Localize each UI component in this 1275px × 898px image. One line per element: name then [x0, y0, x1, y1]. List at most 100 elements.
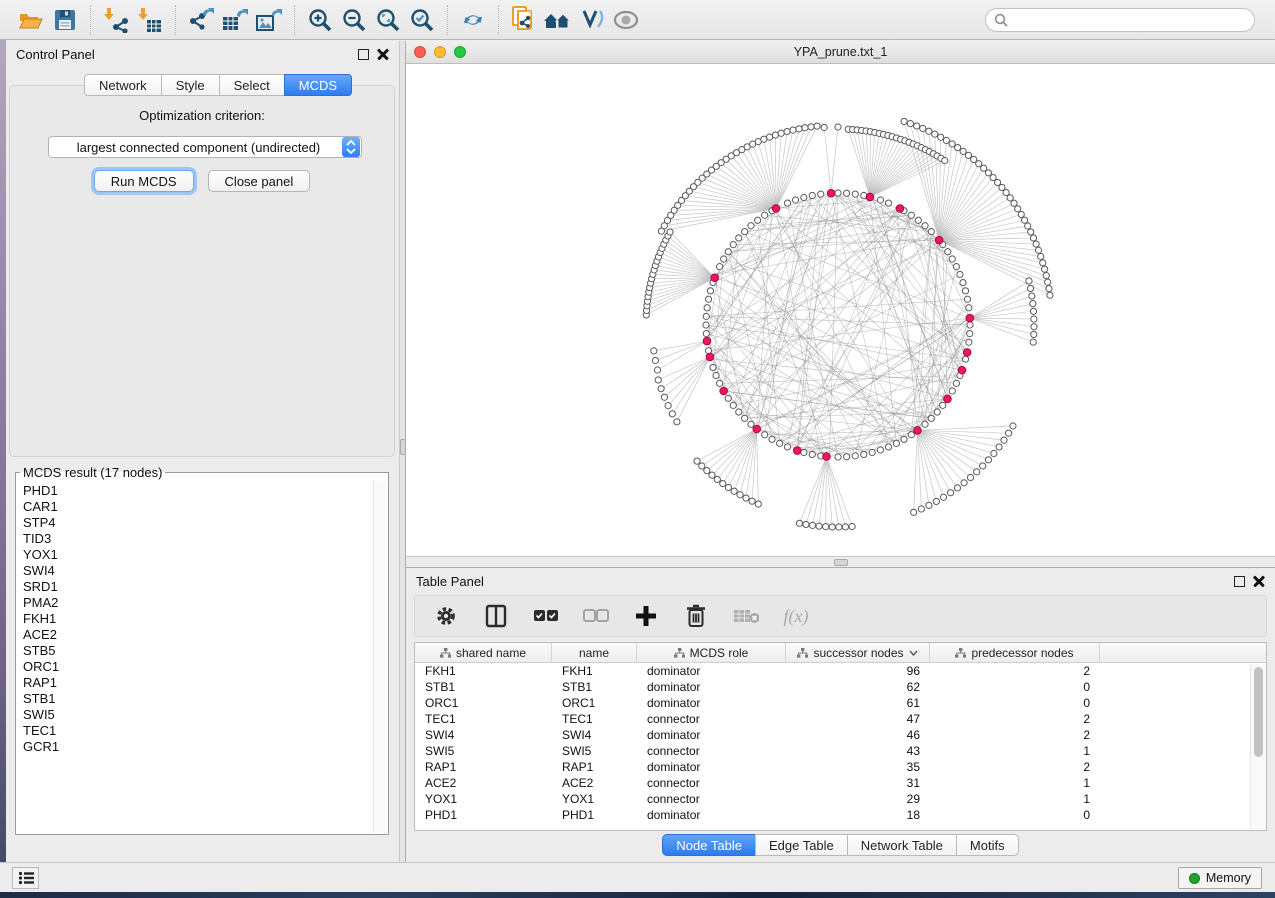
network-hub-node[interactable] — [963, 349, 971, 357]
mcds-result-item[interactable]: ACE2 — [23, 627, 373, 643]
table-row[interactable]: SWI5SWI5connector431 — [415, 743, 1250, 759]
network-node[interactable] — [730, 242, 736, 248]
network-node[interactable] — [801, 449, 807, 455]
network-node[interactable] — [965, 152, 971, 158]
network-hub-node[interactable] — [706, 353, 714, 361]
optimization-criterion-select[interactable]: largest connected component (undirected) — [48, 136, 362, 158]
network-node[interactable] — [849, 523, 855, 529]
table-cell[interactable]: 1 — [930, 744, 1100, 758]
network-node[interactable] — [737, 492, 743, 498]
network-node[interactable] — [796, 126, 802, 132]
table-cell[interactable]: ACE2 — [552, 776, 637, 790]
network-node[interactable] — [769, 436, 775, 442]
network-node[interactable] — [704, 468, 710, 474]
network-node[interactable] — [809, 192, 815, 198]
table-cell[interactable]: 0 — [930, 680, 1100, 694]
search-input[interactable] — [1013, 13, 1246, 27]
table-scrollbar[interactable] — [1250, 664, 1265, 829]
column-visibility-button[interactable] — [483, 602, 509, 630]
network-hub-node[interactable] — [866, 193, 874, 201]
table-cell[interactable]: ACE2 — [415, 776, 552, 790]
network-node[interactable] — [943, 137, 949, 143]
mcds-result-item[interactable]: PMA2 — [23, 595, 373, 611]
network-node[interactable] — [762, 212, 768, 218]
network-node[interactable] — [1031, 331, 1037, 337]
mcds-result-item[interactable]: STB5 — [23, 643, 373, 659]
network-node[interactable] — [974, 469, 980, 475]
network-node[interactable] — [842, 524, 848, 530]
network-node[interactable] — [949, 256, 955, 262]
mcds-result-item[interactable]: SWI4 — [23, 563, 373, 579]
network-node[interactable] — [802, 125, 808, 131]
network-node[interactable] — [1047, 292, 1053, 298]
network-node[interactable] — [717, 264, 723, 270]
network-node[interactable] — [720, 480, 726, 486]
table-cell[interactable]: RAP1 — [415, 760, 552, 774]
table-row[interactable]: ORC1ORC1dominator610 — [415, 695, 1250, 711]
network-hub-node[interactable] — [827, 189, 835, 197]
network-node[interactable] — [835, 124, 841, 130]
mcds-result-item[interactable]: TEC1 — [23, 723, 373, 739]
zoom-fit-button[interactable] — [371, 4, 405, 36]
tab-motifs[interactable]: Motifs — [956, 834, 1019, 856]
network-node[interactable] — [901, 118, 907, 124]
network-node[interactable] — [938, 134, 944, 140]
mcds-result-item[interactable]: RAP1 — [23, 675, 373, 691]
column-header-MCDS-role[interactable]: MCDS role — [637, 643, 786, 662]
network-node[interactable] — [991, 450, 997, 456]
network-node[interactable] — [869, 449, 875, 455]
table-row[interactable]: STB1STB1dominator620 — [415, 679, 1250, 695]
network-node[interactable] — [835, 454, 841, 460]
network-node[interactable] — [777, 440, 783, 446]
network-node[interactable] — [920, 125, 926, 131]
table-cell[interactable]: dominator — [637, 664, 786, 678]
network-node[interactable] — [748, 223, 754, 229]
table-cell[interactable]: ORC1 — [415, 696, 552, 710]
network-node[interactable] — [954, 485, 960, 491]
network-hub-node[interactable] — [935, 236, 943, 244]
network-hub-node[interactable] — [703, 337, 711, 345]
network-node[interactable] — [915, 217, 921, 223]
network-node[interactable] — [730, 402, 736, 408]
network-node[interactable] — [1035, 247, 1041, 253]
splitter-grip[interactable] — [834, 559, 848, 566]
network-node[interactable] — [742, 415, 748, 421]
tab-network[interactable]: Network — [84, 74, 161, 96]
table-cell[interactable]: 62 — [786, 680, 930, 694]
table-cell[interactable]: 2 — [930, 664, 1100, 678]
network-node[interactable] — [926, 502, 932, 508]
network-node[interactable] — [778, 130, 784, 136]
table-cell[interactable]: STB1 — [552, 680, 637, 694]
network-hub-node[interactable] — [958, 366, 966, 374]
table-cell[interactable]: dominator — [637, 760, 786, 774]
tab-select[interactable]: Select — [219, 74, 284, 96]
network-node[interactable] — [967, 474, 973, 480]
network-node[interactable] — [957, 271, 963, 277]
mcds-result-item[interactable]: TID3 — [23, 531, 373, 547]
network-node[interactable] — [960, 148, 966, 154]
network-hub-node[interactable] — [966, 314, 974, 322]
network-node[interactable] — [914, 123, 920, 129]
export-network-button[interactable] — [184, 4, 218, 36]
network-node[interactable] — [922, 223, 928, 229]
deselect-all-button[interactable] — [583, 602, 609, 630]
mcds-result-item[interactable]: ORC1 — [23, 659, 373, 675]
network-node[interactable] — [736, 235, 742, 241]
network-node[interactable] — [655, 377, 661, 383]
table-cell[interactable]: STB1 — [415, 680, 552, 694]
table-cell[interactable]: 46 — [786, 728, 930, 742]
table-cell[interactable]: PHD1 — [552, 808, 637, 822]
zoom-out-button[interactable] — [337, 4, 371, 36]
table-cell[interactable]: 96 — [786, 664, 930, 678]
table-row[interactable]: RAP1RAP1dominator352 — [415, 759, 1250, 775]
table-scrollbar-thumb[interactable] — [1254, 667, 1263, 757]
network-node[interactable] — [1038, 253, 1044, 259]
network-node[interactable] — [844, 454, 850, 460]
network-node[interactable] — [748, 421, 754, 427]
search-box[interactable] — [985, 8, 1255, 32]
network-node[interactable] — [749, 498, 755, 504]
network-node[interactable] — [945, 249, 951, 255]
table-row[interactable]: YOX1YOX1connector291 — [415, 791, 1250, 807]
network-node[interactable] — [814, 123, 820, 129]
network-node[interactable] — [953, 380, 959, 386]
